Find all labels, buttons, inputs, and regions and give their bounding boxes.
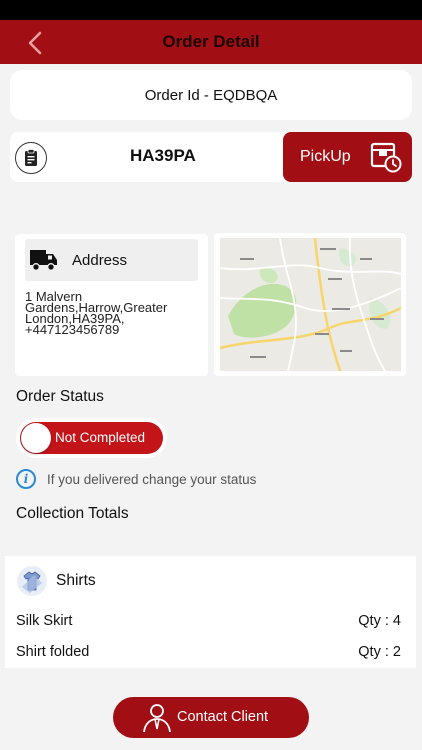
status-bar: [0, 0, 422, 20]
status-toggle-label: Not Completed: [55, 430, 146, 445]
address-label: Address: [72, 252, 128, 269]
collection-totals-card: Shirts Silk Skirt Qty : 4 Shirt folded Q…: [5, 556, 416, 668]
address-card: Address 1 Malvern Gardens,Harrow,Greater…: [15, 234, 208, 376]
address-text: 1 Malvern Gardens,Harrow,Greater London,…: [25, 289, 168, 337]
item-qty: Qty : 4: [358, 613, 401, 629]
person-icon: [143, 704, 171, 733]
order-id-label: Order Id - EQDBQA: [144, 86, 278, 104]
info-icon: i: [16, 469, 36, 489]
back-button[interactable]: [20, 28, 50, 58]
delivery-truck-icon: [30, 250, 57, 271]
order-code: HA39PA: [130, 146, 196, 165]
status-hint-text: If you delivered change your status: [47, 471, 257, 487]
map-card[interactable]: [214, 233, 406, 376]
status-hint: i If you delivered change your status: [16, 469, 256, 489]
item-name: Silk Skirt: [16, 613, 73, 629]
pickup-label: PickUp: [300, 148, 351, 165]
page-title: Order Detail: [162, 32, 260, 51]
clipboard-icon: [15, 142, 47, 174]
list-item: Silk Skirt Qty : 4: [16, 613, 401, 633]
item-qty: Qty : 2: [358, 644, 401, 660]
order-status-title: Order Status: [16, 388, 104, 405]
chevron-left-icon: [28, 31, 42, 55]
status-toggle[interactable]: Not Completed: [20, 422, 163, 454]
contact-client-label: Contact Client: [177, 709, 269, 725]
order-id-card: Order Id - EQDBQA: [10, 70, 412, 120]
address-header: Address: [25, 239, 198, 281]
pickup-button[interactable]: PickUp: [283, 132, 412, 182]
map-thumbnail[interactable]: [220, 238, 401, 371]
shirt-icon: [17, 566, 47, 596]
toggle-knob[interactable]: [21, 423, 51, 453]
order-code-card: HA39PA PickUp: [10, 132, 412, 182]
status-toggle-container: Not Completed: [16, 418, 167, 458]
collection-totals-title: Collection Totals: [16, 505, 129, 522]
app-header: Order Detail: [0, 20, 422, 64]
list-item: Shirt folded Qty : 2: [16, 644, 401, 664]
category-label: Shirts: [56, 572, 96, 589]
contact-client-button[interactable]: Contact Client: [113, 697, 309, 738]
delivery-box-clock-icon: [370, 142, 402, 173]
item-name: Shirt folded: [16, 644, 90, 660]
